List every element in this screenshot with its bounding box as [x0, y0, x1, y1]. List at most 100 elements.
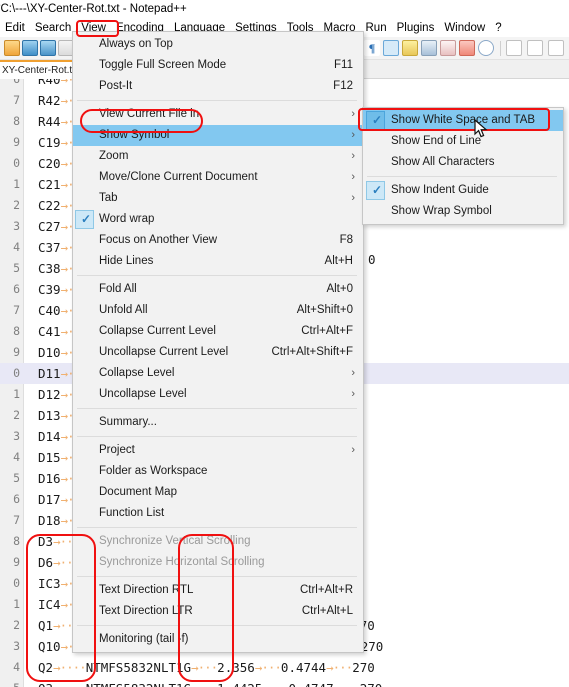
menu-separator: [77, 527, 357, 528]
submenu-item-label: Show White Space and TAB: [391, 114, 536, 126]
view-menu-item-text-direction-ltr[interactable]: Text Direction LTR Ctrl+Alt+L: [73, 601, 363, 622]
component-designator: D17: [38, 492, 61, 507]
line-number: 8: [13, 534, 20, 548]
view-dropdown-menu[interactable]: Always on Top Toggle Full Screen Mode F11 P…: [72, 31, 364, 653]
view-menu-item-view-current-file-in[interactable]: View Current File in ›: [73, 104, 363, 125]
line-number: 1: [13, 597, 20, 611]
editor-line[interactable]: 5Q3→····NTMFS5832NLT1G→···1.4425→···0.47…: [0, 678, 569, 687]
rotation-value: 270: [360, 639, 384, 654]
view-menu-item-word-wrap[interactable]: ✓ Word wrap: [73, 209, 363, 230]
component-designator: C38: [38, 261, 61, 276]
line-number: 4: [13, 450, 20, 464]
view-menu-item-post-it[interactable]: Post-It F12: [73, 76, 363, 97]
notepadpp-window: *C:\---\XY-Center-Rot.txt - Notepad++ Ed…: [0, 0, 569, 687]
menu-item-label: Text Direction RTL: [99, 584, 194, 596]
folder-as-workspace-icon[interactable]: [459, 40, 475, 56]
y-coordinate-value: 0.4747: [288, 681, 333, 687]
component-designator: C19: [38, 135, 61, 150]
view-menu-item-tab[interactable]: Tab ›: [73, 188, 363, 209]
view-menu-item-move-clone-current-document[interactable]: Move/Clone Current Document ›: [73, 167, 363, 188]
show-symbol-item-show-end-of-line[interactable]: Show End of Line: [363, 131, 563, 152]
component-designator: C27: [38, 219, 61, 234]
tab-symbol-icon: →···: [254, 660, 282, 675]
monitoring-eye-icon[interactable]: [478, 40, 494, 56]
menu-item--[interactable]: ?: [490, 19, 506, 37]
menu-item-label: Always on Top: [99, 38, 173, 50]
line-number: 2: [13, 618, 20, 632]
menu-item-search[interactable]: Search: [30, 19, 76, 37]
component-designator: C20: [38, 156, 61, 171]
save-all-icon[interactable]: [40, 40, 56, 56]
component-designator: R44: [38, 114, 61, 129]
view-menu-item-unfold-all[interactable]: Unfold All Alt+Shift+0: [73, 300, 363, 321]
view-menu-item-folder-as-workspace[interactable]: Folder as Workspace: [73, 461, 363, 482]
tab-symbol-icon: →···: [334, 681, 361, 687]
component-designator: Q3: [38, 681, 53, 687]
tab-symbol-icon: →···: [191, 660, 218, 675]
user-defined-dialog-icon[interactable]: [402, 40, 418, 56]
show-symbol-item-show-all-characters[interactable]: Show All Characters: [363, 152, 563, 173]
pilcrow-icon[interactable]: ¶: [364, 40, 380, 56]
view-menu-item-function-list[interactable]: Function List: [73, 503, 363, 524]
line-number: 3: [13, 429, 20, 443]
submenu-arrow-icon: ›: [351, 444, 355, 456]
view-menu-item-text-direction-rtl[interactable]: Text Direction RTL Ctrl+Alt+R: [73, 580, 363, 601]
component-designator: D12: [38, 387, 61, 402]
view-menu-item-collapse-level[interactable]: Collapse Level ›: [73, 363, 363, 384]
view-menu-item-summary[interactable]: Summary...: [73, 412, 363, 433]
view-menu-item-uncollapse-current-level[interactable]: Uncollapse Current Level Ctrl+Alt+Shift+F: [73, 342, 363, 363]
menu-item-run[interactable]: Run: [361, 19, 392, 37]
function-list-icon[interactable]: [440, 40, 456, 56]
save-icon[interactable]: [22, 40, 38, 56]
view-menu-item-zoom[interactable]: Zoom ›: [73, 146, 363, 167]
view-menu-item-fold-all[interactable]: Fold All Alt+0: [73, 279, 363, 300]
show-symbol-item-show-wrap-symbol[interactable]: Show Wrap Symbol: [363, 201, 563, 222]
component-designator: Q2: [38, 660, 54, 675]
component-designator: IC3: [38, 576, 61, 591]
view-menu-item-project[interactable]: Project ›: [73, 440, 363, 461]
menu-item-label: Text Direction LTR: [99, 605, 193, 617]
view-menu-item-monitoring-tail-f[interactable]: Monitoring (tail -f): [73, 629, 363, 650]
line-number: 8: [13, 324, 20, 338]
view-menu-item-collapse-current-level[interactable]: Collapse Current Level Ctrl+Alt+F: [73, 321, 363, 342]
part-number: NTMFS5832NLT1G: [85, 660, 192, 675]
component-designator: D14: [38, 429, 61, 444]
submenu-item-label: Show End of Line: [391, 135, 482, 147]
line-number: 2: [13, 408, 20, 422]
view-menu-item-uncollapse-level[interactable]: Uncollapse Level ›: [73, 384, 363, 405]
menu-item-edit[interactable]: Edit: [0, 19, 30, 37]
show-symbol-item-show-indent-guide[interactable]: ✓ Show Indent Guide: [363, 180, 563, 201]
document-map-icon[interactable]: [421, 40, 437, 56]
menu-item-label: Monitoring (tail -f): [99, 633, 189, 645]
component-designator: C22: [38, 198, 61, 213]
view-menu-item-document-map[interactable]: Document Map: [73, 482, 363, 503]
menu-item-label: Summary...: [99, 416, 157, 428]
play-macro-icon[interactable]: [548, 40, 564, 56]
open-file-icon[interactable]: [4, 40, 20, 56]
line-number: 2: [13, 198, 20, 212]
menu-item-window[interactable]: Window: [439, 19, 490, 37]
menu-item-shortcut: Ctrl+Alt+F: [301, 325, 353, 337]
stop-macro-icon[interactable]: [527, 40, 543, 56]
view-menu-item-hide-lines[interactable]: Hide Lines Alt+H: [73, 251, 363, 272]
line-number: 3: [13, 219, 20, 233]
line-number: 9: [13, 555, 20, 569]
view-menu-item-toggle-full-screen-mode[interactable]: Toggle Full Screen Mode F11: [73, 55, 363, 76]
submenu-arrow-icon: ›: [351, 129, 355, 141]
view-menu-item-focus-on-another-view[interactable]: Focus on Another View F8: [73, 230, 363, 251]
component-designator: C40: [38, 303, 61, 318]
submenu-arrow-icon: ›: [351, 388, 355, 400]
view-menu-item-always-on-top[interactable]: Always on Top: [73, 34, 363, 55]
line-number: 9: [13, 345, 20, 359]
editor-line[interactable]: 4 Q2→····NTMFS5832NLT1G→···2.356→···0.474…: [0, 657, 569, 678]
view-menu-item-show-symbol[interactable]: Show Symbol ›: [73, 125, 363, 146]
submenu-arrow-icon: ›: [351, 108, 355, 120]
record-macro-icon[interactable]: [506, 40, 522, 56]
show-indent-guide-icon[interactable]: [383, 40, 399, 56]
menu-item-shortcut: Alt+0: [326, 283, 353, 295]
part-number: NTMFS5832NLT1G: [86, 681, 191, 687]
show-symbol-submenu[interactable]: ✓ Show White Space and TAB Show End of Lin…: [362, 107, 564, 225]
menu-item-label: Document Map: [99, 486, 177, 498]
menu-item-plugins[interactable]: Plugins: [392, 19, 440, 37]
show-symbol-item-show-white-space-and-tab[interactable]: ✓ Show White Space and TAB: [363, 110, 563, 131]
